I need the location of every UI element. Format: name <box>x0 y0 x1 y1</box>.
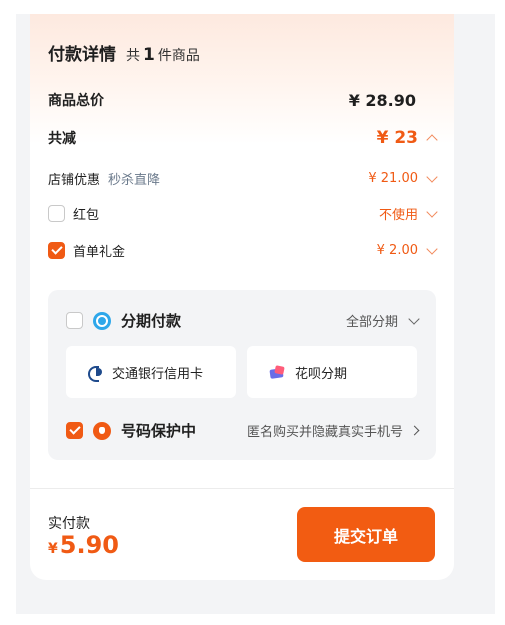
submit-order-button[interactable]: 提交订单 <box>297 507 435 562</box>
payment-details-card: 付款详情 共 1 件商品 商品总价 ¥ 28.90 共减 ¥ 23 店铺优惠 秒… <box>30 14 454 580</box>
chevron-down-icon <box>408 312 420 325</box>
installment-row[interactable]: 分期付款 全部分期 <box>66 310 420 331</box>
huabei-icon <box>269 365 285 379</box>
installment-option-select[interactable]: 全部分期 <box>345 311 420 330</box>
discount-total-value: ¥ 23 <box>376 128 418 148</box>
total-price-row: 商品总价 ¥ 28.90 <box>48 90 436 110</box>
shop-discount-label: 店铺优惠 <box>48 173 101 188</box>
actual-payment-amount: ¥ 5.90 <box>48 531 119 559</box>
red-packet-row[interactable]: 红包 不使用 <box>48 204 438 223</box>
first-order-gift-checkbox[interactable] <box>48 242 65 259</box>
item-count-number: 1 <box>143 45 155 65</box>
installment-option-huabei[interactable]: 花呗分期 <box>247 346 417 398</box>
first-order-gift-row[interactable]: 首单礼金 ¥ 2.00 <box>48 241 438 260</box>
item-count-prefix: 共 <box>126 48 140 64</box>
shop-discount-value: ¥ 21.00 <box>368 171 418 186</box>
privacy-row[interactable]: 号码保护中 匿名购买并隐藏真实手机号 <box>66 420 420 441</box>
installment-option-label: 花呗分期 <box>295 366 348 382</box>
shop-discount-row[interactable]: 店铺优惠 秒杀直降 ¥ 21.00 <box>48 169 438 188</box>
bocom-logo-icon <box>88 365 102 382</box>
item-count-suffix: 件商品 <box>157 48 200 64</box>
page-title: 付款详情 <box>48 45 116 65</box>
divider <box>30 488 454 489</box>
installment-icon <box>93 311 111 330</box>
chevron-down-icon[interactable] <box>426 170 438 183</box>
chevron-down-icon[interactable] <box>426 242 438 255</box>
chevron-right-icon <box>409 425 420 436</box>
shield-icon <box>93 421 111 440</box>
installment-option-label: 交通银行信用卡 <box>112 366 204 382</box>
chevron-down-icon[interactable] <box>426 205 438 218</box>
payment-amount-value: 5.90 <box>59 531 119 559</box>
installment-option-bocom[interactable]: 交通银行信用卡 <box>66 346 236 398</box>
header-gradient <box>30 14 454 144</box>
discount-total-label: 共减 <box>48 131 76 147</box>
total-price-value: ¥ 28.90 <box>348 90 416 110</box>
header: 付款详情 共 1 件商品 <box>48 40 200 65</box>
privacy-description-link[interactable]: 匿名购买并隐藏真实手机号 <box>246 421 420 440</box>
item-count: 共 1 件商品 <box>126 45 200 65</box>
first-order-gift-label: 首单礼金 <box>73 245 126 260</box>
red-packet-checkbox[interactable] <box>48 205 65 222</box>
privacy-title: 号码保护中 <box>121 422 197 440</box>
first-order-gift-value: ¥ 2.00 <box>376 243 418 258</box>
red-packet-label: 红包 <box>73 208 100 223</box>
installment-checkbox[interactable] <box>66 312 83 329</box>
total-price-label: 商品总价 <box>48 93 104 109</box>
payment-options-panel: 分期付款 全部分期 交通银行信用卡 花呗分期 号码保护中 匿名购买并隐藏真实手机… <box>48 290 436 460</box>
privacy-description: 匿名购买并隐藏真实手机号 <box>246 425 403 440</box>
discount-total-row[interactable]: 共减 ¥ 23 <box>48 128 438 148</box>
shop-discount-subtitle: 秒杀直降 <box>108 173 161 188</box>
privacy-checkbox[interactable] <box>66 422 83 439</box>
installment-option-label: 全部分期 <box>345 315 398 330</box>
chevron-up-icon[interactable] <box>426 134 438 146</box>
currency-symbol: ¥ <box>48 541 58 557</box>
installment-title: 分期付款 <box>121 312 182 330</box>
red-packet-value: 不使用 <box>378 208 418 223</box>
actual-payment-label: 实付款 <box>48 516 90 532</box>
